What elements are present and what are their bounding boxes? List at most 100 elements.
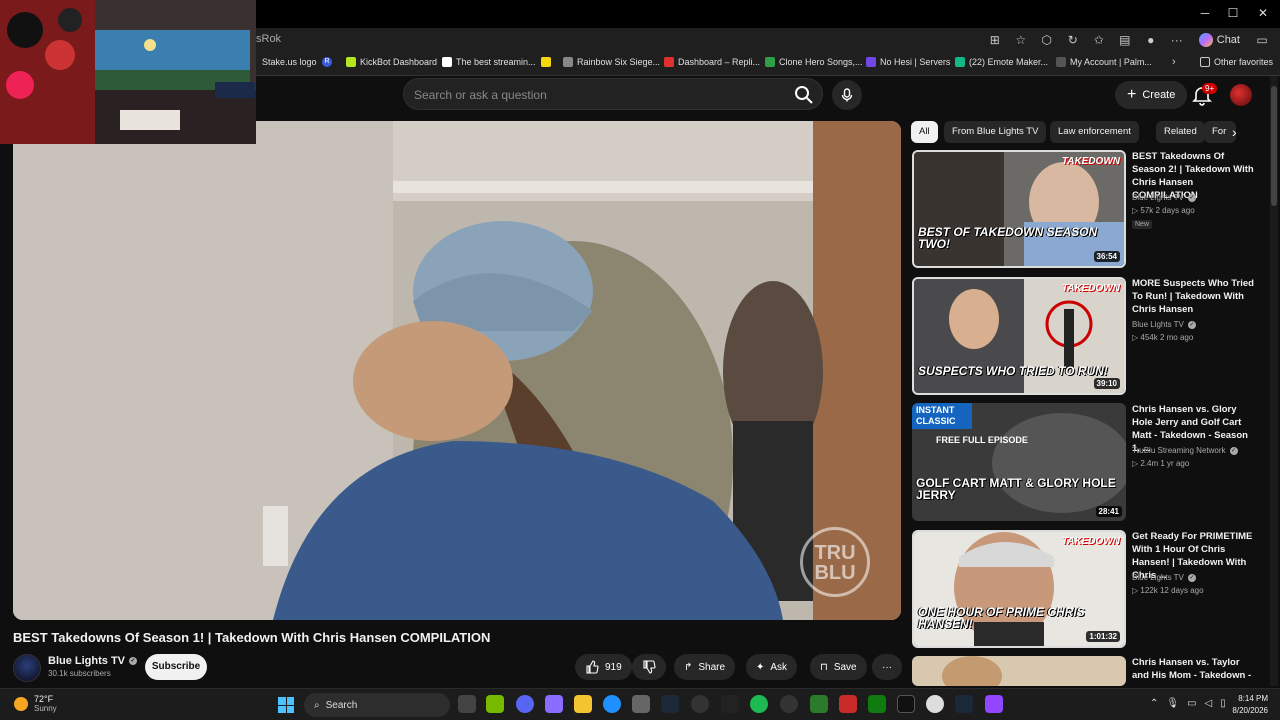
video-thumbnail[interactable]: TAKEDOWN SUSPECTS WHO TRIED TO RUN! 39:1…: [912, 277, 1126, 395]
store-icon[interactable]: [632, 695, 650, 713]
split-screen-icon[interactable]: ⊞: [985, 30, 1005, 50]
bookmark-item[interactable]: My Account | Palm...: [1056, 57, 1152, 67]
xbox-icon[interactable]: [868, 695, 886, 713]
twitch-icon[interactable]: [985, 695, 1003, 713]
chevron-up-icon[interactable]: ⌃: [1150, 698, 1158, 709]
scrollbar-thumb[interactable]: [1271, 86, 1277, 206]
nvidia-icon[interactable]: [486, 695, 504, 713]
steam-icon[interactable]: [661, 695, 679, 713]
video-thumbnail[interactable]: TAKEDOWN ONE HOUR OF PRIME CHRIS HANSEN!…: [912, 530, 1126, 648]
spotify-icon[interactable]: [750, 695, 768, 713]
extensions-icon[interactable]: ⬡: [1037, 30, 1057, 50]
app-icon[interactable]: [691, 695, 709, 713]
recommendation-channel: Blue Lights TV ✓: [1132, 320, 1196, 329]
close-icon[interactable]: ✕: [1248, 6, 1278, 20]
file-explorer-icon[interactable]: [574, 695, 592, 713]
video-player[interactable]: [13, 121, 901, 620]
bookmark-item[interactable]: R: [322, 57, 332, 67]
chip-from-channel[interactable]: From Blue Lights TV: [944, 121, 1047, 143]
weather-widget[interactable]: 72°F Sunny: [14, 694, 57, 714]
app-icon[interactable]: [810, 695, 828, 713]
app-icon[interactable]: [897, 695, 915, 713]
system-tray: ⌃ 🎙 ▭ ◁ ▯: [1150, 698, 1226, 709]
task-view-icon[interactable]: [458, 695, 476, 713]
profile-icon[interactable]: ●: [1141, 30, 1161, 50]
video-thumbnail[interactable]: INSTANT CLASSIC FREE FULL EPISODE GOLF C…: [912, 403, 1126, 521]
save-button[interactable]: ⊓ Save: [810, 654, 867, 680]
recommendation-item[interactable]: TAKEDOWN BEST OF TAKEDOWN SEASON TWO! 36…: [912, 150, 1254, 270]
copilot-app-icon[interactable]: [545, 695, 563, 713]
account-avatar[interactable]: [1230, 84, 1252, 106]
recommendation-title[interactable]: MORE Suspects Who Tried To Run! | Takedo…: [1132, 277, 1256, 316]
app-icon[interactable]: [839, 695, 857, 713]
app-icon[interactable]: [780, 695, 798, 713]
video-thumbnail[interactable]: TAKEDOWN BEST OF TAKEDOWN SEASON TWO! 36…: [912, 150, 1126, 268]
dislike-button[interactable]: [632, 654, 666, 680]
refresh-icon[interactable]: ↻: [1063, 30, 1083, 50]
more-actions-button[interactable]: ···: [872, 654, 902, 680]
sidebar-toggle-icon[interactable]: ▭: [1252, 30, 1272, 50]
settings-icon[interactable]: [721, 695, 739, 713]
notification-badge: 9+: [1202, 83, 1218, 94]
like-button[interactable]: 919: [575, 654, 632, 680]
recommendation-channel: Blue Lights TV ✓: [1132, 573, 1196, 582]
bookmark-item[interactable]: Stake.us logo: [262, 57, 317, 67]
chevron-right-icon[interactable]: ›: [1172, 56, 1176, 68]
bookmark-item[interactable]: Dashboard – Repli...: [664, 57, 760, 67]
windows-taskbar: 72°F Sunny ⌕ Search ⌃ 🎙 ▭ ◁ ▯ 8:14 PM 8/…: [0, 688, 1280, 720]
taskbar-clock[interactable]: 8:14 PM 8/20/2026: [1228, 693, 1268, 717]
mic-tray-icon[interactable]: 🎙: [1166, 698, 1179, 709]
minimize-icon[interactable]: ─: [1190, 6, 1220, 20]
chrome-icon[interactable]: [926, 695, 944, 713]
channel-name[interactable]: Blue Lights TV ✓: [48, 655, 137, 667]
address-text[interactable]: sRok: [256, 33, 281, 45]
microphone-button[interactable]: [832, 80, 862, 110]
thumbnail-caption: SUSPECTS WHO TRIED TO RUN!: [918, 364, 1108, 378]
maximize-icon[interactable]: ☐: [1218, 6, 1248, 20]
chip-related[interactable]: Related: [1156, 121, 1205, 143]
steam-icon[interactable]: [955, 695, 973, 713]
microphone-icon: [841, 88, 853, 102]
other-favorites[interactable]: Other favorites: [1200, 57, 1273, 67]
video-thumbnail[interactable]: [912, 656, 1126, 686]
favorites-icon[interactable]: ✩: [1089, 30, 1109, 50]
battery-icon[interactable]: ▯: [1220, 698, 1226, 709]
subscribe-button[interactable]: Subscribe: [145, 654, 207, 680]
chat-label: Chat: [1216, 34, 1240, 46]
bookmark-item[interactable]: KickBot Dashboard: [346, 57, 437, 67]
bookmark-item[interactable]: No Hesi | Servers: [866, 57, 950, 67]
recommendation-item[interactable]: TAKEDOWN SUSPECTS WHO TRIED TO RUN! 39:1…: [912, 277, 1254, 397]
chip-all[interactable]: All: [911, 121, 938, 143]
bookmark-item[interactable]: The best streamin...: [442, 57, 536, 67]
search-input[interactable]: Search or ask a question: [403, 78, 823, 110]
chevron-right-icon[interactable]: ›: [1232, 124, 1237, 140]
verified-icon: ✓: [1187, 573, 1196, 582]
recommendation-item[interactable]: INSTANT CLASSIC FREE FULL EPISODE GOLF C…: [912, 403, 1252, 523]
recommendation-item[interactable]: TAKEDOWN ONE HOUR OF PRIME CHRIS HANSEN!…: [912, 530, 1252, 650]
video-title: BEST Takedowns Of Season 1! | Takedown W…: [13, 630, 491, 645]
chat-button[interactable]: Chat: [1193, 33, 1246, 47]
bookmark-item[interactable]: [541, 57, 551, 67]
bookmark-item[interactable]: (22) Emote Maker...: [955, 57, 1048, 67]
discord-icon[interactable]: [516, 695, 534, 713]
edge-icon[interactable]: [603, 695, 621, 713]
chip-law-enforcement[interactable]: Law enforcement: [1050, 121, 1139, 143]
channel-avatar[interactable]: [13, 654, 41, 682]
search-icon[interactable]: [792, 83, 816, 107]
network-icon[interactable]: ▭: [1187, 698, 1196, 709]
recommendation-item[interactable]: Chris Hansen vs. Taylor and His Mom - Ta…: [912, 656, 1252, 686]
share-button[interactable]: ↱ Share: [674, 654, 736, 680]
star-icon[interactable]: ☆: [1011, 30, 1031, 50]
recommendation-meta: ▷ 122k 12 days ago: [1132, 586, 1204, 595]
collections-icon[interactable]: ▤: [1115, 30, 1135, 50]
volume-icon[interactable]: ◁: [1205, 698, 1213, 709]
bookmark-item[interactable]: Rainbow Six Siege...: [563, 57, 660, 67]
windows-start-icon[interactable]: [278, 697, 294, 713]
recommendation-title[interactable]: Chris Hansen vs. Taylor and His Mom - Ta…: [1132, 656, 1252, 682]
taskbar-search[interactable]: ⌕ Search: [304, 693, 450, 717]
sparkle-icon: ✦: [756, 661, 765, 673]
more-menu-icon[interactable]: ···: [1167, 30, 1187, 50]
create-button[interactable]: + Create: [1115, 81, 1188, 109]
ask-button[interactable]: ✦ Ask: [746, 654, 798, 680]
bookmark-item[interactable]: Clone Hero Songs,...: [765, 57, 863, 67]
